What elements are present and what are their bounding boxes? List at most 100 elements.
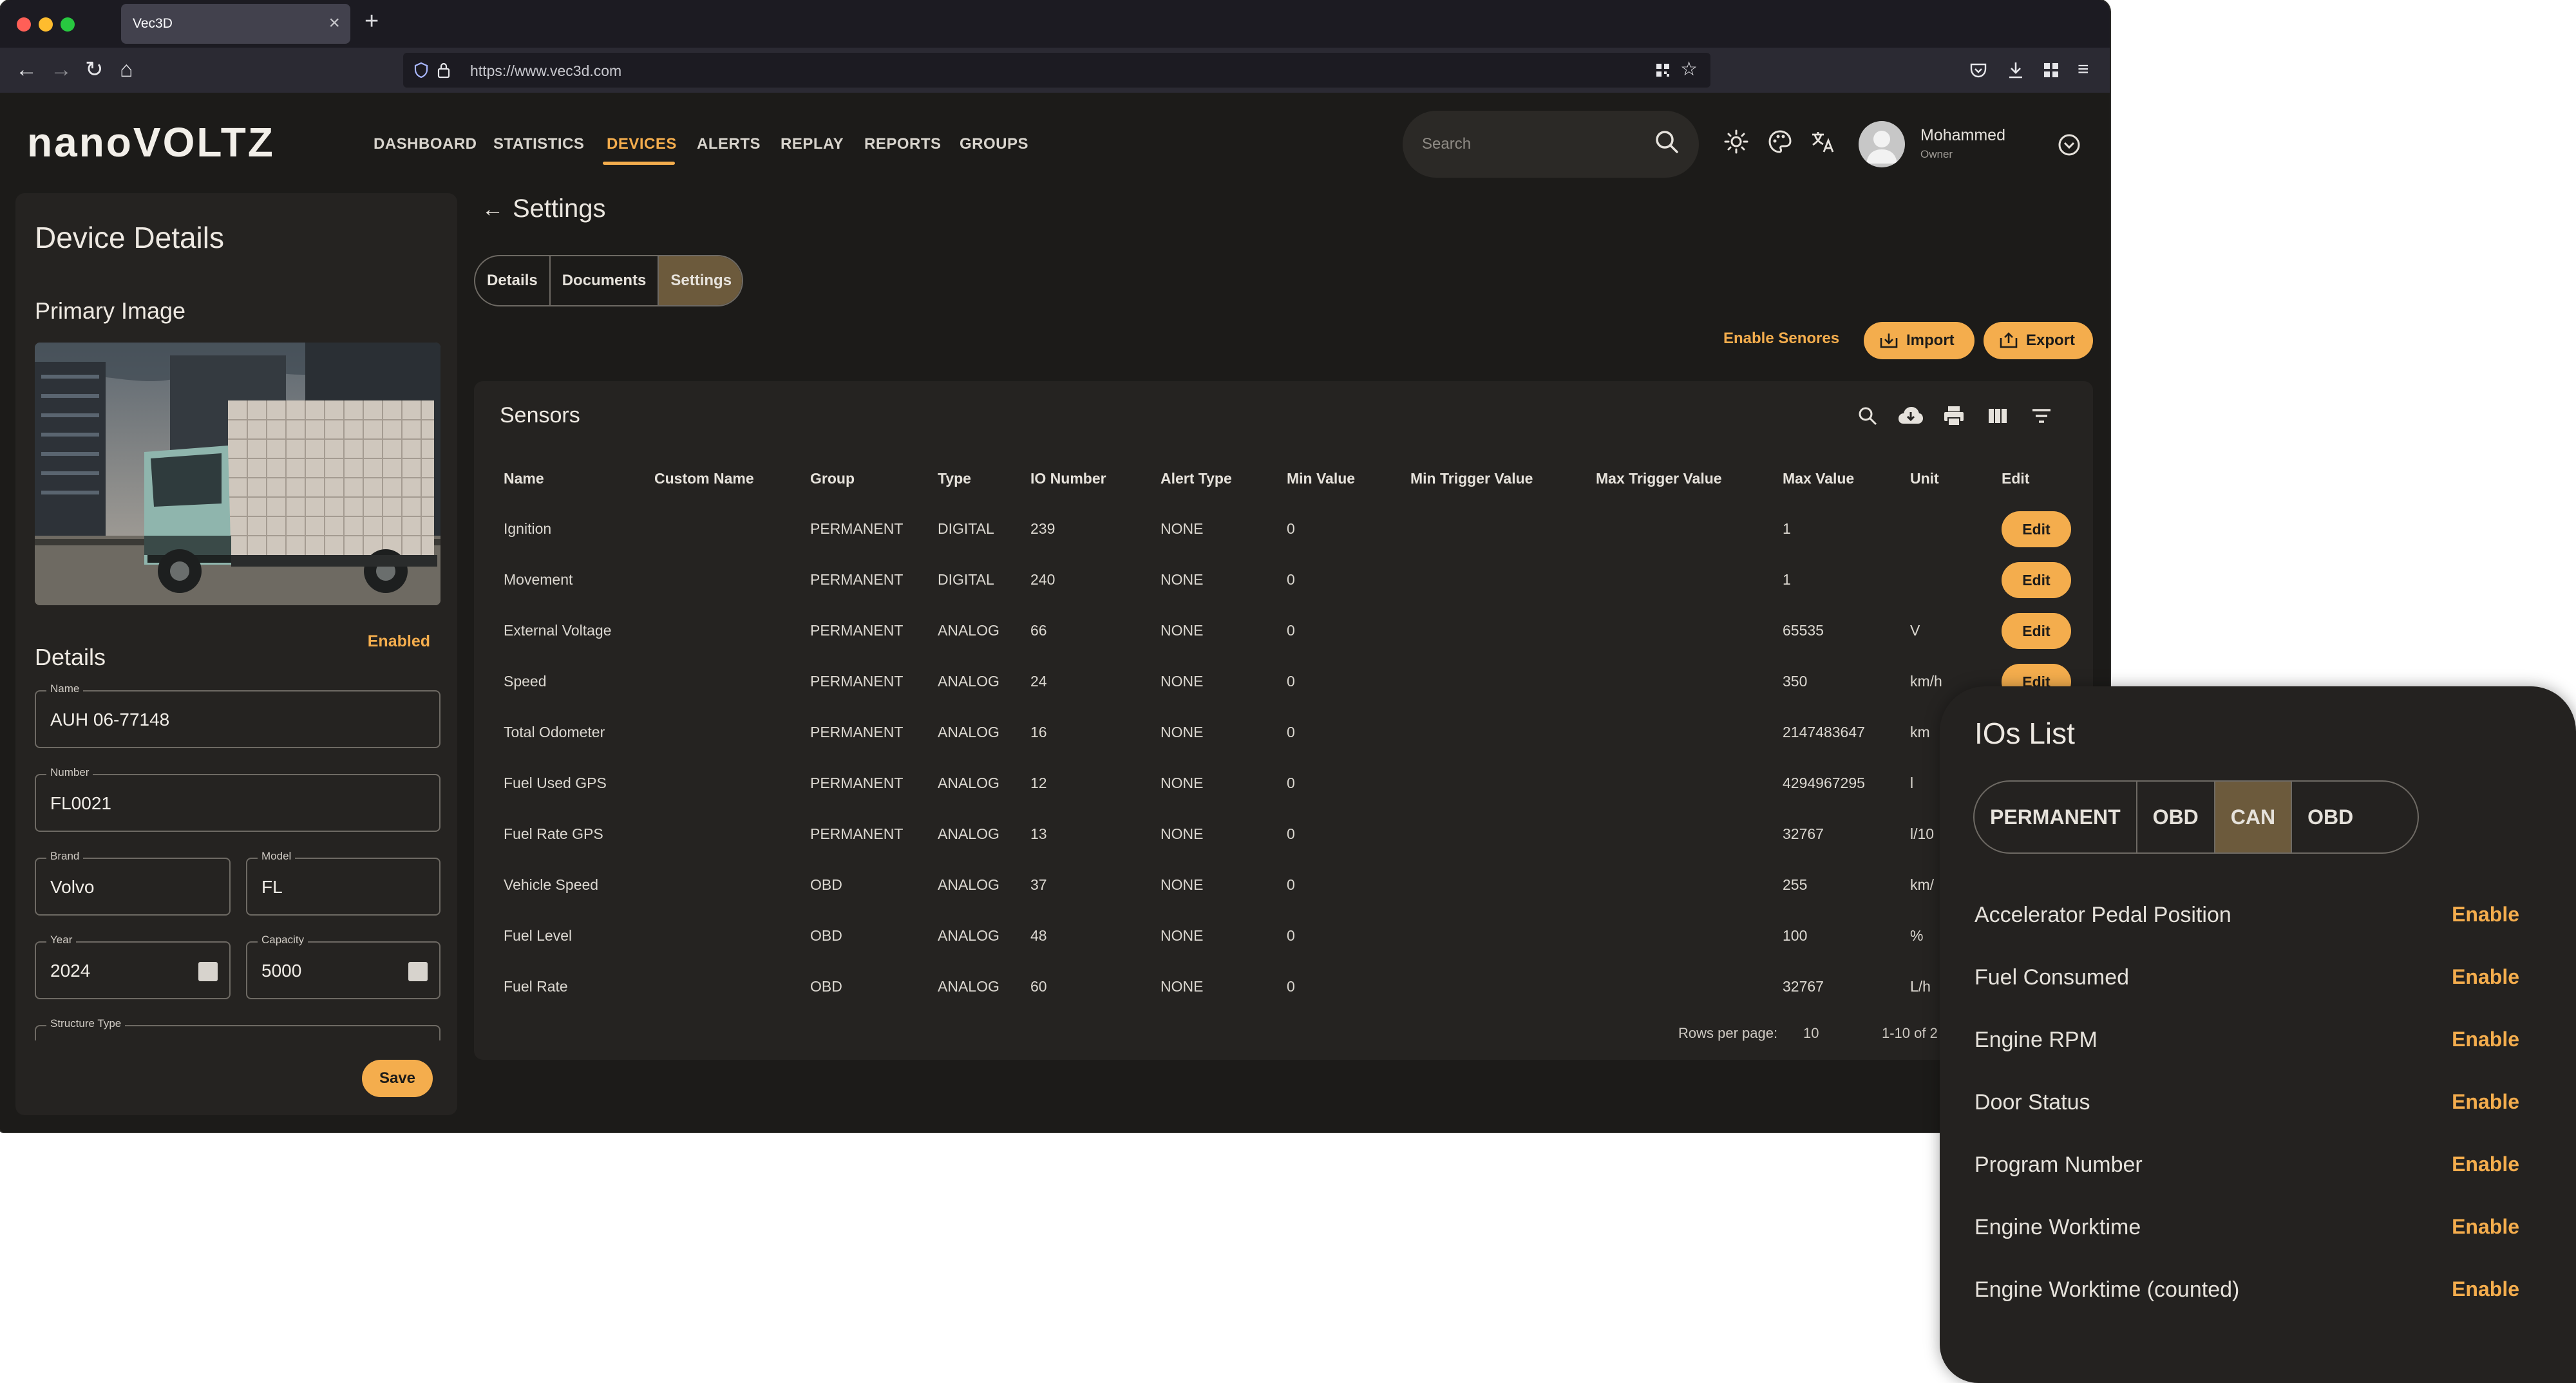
reload-icon[interactable]: ↻ <box>85 57 104 82</box>
brand-field[interactable]: Brand Volvo <box>35 850 231 916</box>
chevron-down-icon[interactable] <box>2057 133 2081 157</box>
year-field[interactable]: Year 2024 <box>35 934 231 999</box>
nav-devices[interactable]: DEVICES <box>607 135 677 153</box>
filter-obd[interactable]: OBD <box>2137 782 2215 852</box>
truck-image[interactable] <box>35 343 440 605</box>
cell-alert-type: NONE <box>1160 724 1204 740</box>
address-bar[interactable]: https://www.vec3d.com ☆ <box>403 53 1710 88</box>
print-icon[interactable] <box>1942 404 1965 428</box>
filter-permanent[interactable]: PERMANENT <box>1975 782 2137 852</box>
export-button[interactable]: Export <box>1984 322 2093 359</box>
nav-statistics[interactable]: STATISTICS <box>493 135 584 153</box>
cell-name: External Voltage <box>504 622 612 639</box>
enable-io-button[interactable]: Enable <box>2452 1215 2519 1239</box>
rows-per-page-select[interactable]: 10 <box>1803 1025 1819 1042</box>
column-header[interactable]: Name <box>504 470 544 487</box>
filter-obd-oem[interactable]: OBD OEM <box>2292 782 2418 852</box>
enable-io-button[interactable]: Enable <box>2452 965 2519 989</box>
star-icon[interactable]: ☆ <box>1680 58 1698 80</box>
close-window-button[interactable] <box>17 17 31 32</box>
extensions-icon[interactable] <box>2043 62 2060 79</box>
import-button[interactable]: Import <box>1864 322 1975 359</box>
back-icon[interactable]: ← <box>15 57 37 82</box>
search-icon[interactable] <box>1856 404 1879 428</box>
app-logo[interactable]: nanoVOLTZ <box>27 118 275 166</box>
column-header[interactable]: Min Value <box>1287 470 1355 487</box>
forward-icon[interactable]: → <box>50 57 72 82</box>
save-button[interactable]: Save <box>362 1060 433 1097</box>
structure-type-field[interactable]: Structure Type <box>35 1017 440 1040</box>
settings-tabs: Details Documents Settings <box>474 255 743 306</box>
number-field[interactable]: Number FL0021 <box>35 766 440 832</box>
column-header[interactable]: Alert Type <box>1160 470 1232 487</box>
nav-dashboard[interactable]: DASHBOARD <box>374 135 477 153</box>
edit-button[interactable]: Edit <box>2002 511 2071 547</box>
arrow-left-icon[interactable]: ← <box>482 197 504 222</box>
zoom-window-button[interactable] <box>61 17 75 32</box>
filter-icon[interactable] <box>2030 404 2053 428</box>
columns-icon[interactable] <box>1986 404 2009 428</box>
model-field[interactable]: Model FL <box>246 850 440 916</box>
cell-type: ANALOG <box>938 825 999 842</box>
column-header[interactable]: Group <box>810 470 855 487</box>
page-title: Settings <box>513 194 606 223</box>
enable-io-button[interactable]: Enable <box>2452 1028 2519 1051</box>
capacity-stepper[interactable] <box>408 962 428 981</box>
search-icon[interactable] <box>1653 127 1682 157</box>
nav-replay[interactable]: REPLAY <box>781 135 844 153</box>
enable-io-button[interactable]: Enable <box>2452 1090 2519 1114</box>
rows-per-page-label: Rows per page: <box>1678 1025 1778 1041</box>
palette-icon[interactable] <box>1767 129 1793 155</box>
nav-groups[interactable]: GROUPS <box>960 135 1028 153</box>
list-item: Engine Worktime (counted) Enable <box>1940 1261 2576 1323</box>
name-field[interactable]: Name AUH 06-77148 <box>35 682 440 748</box>
capacity-field[interactable]: Capacity 5000 <box>246 934 440 999</box>
enable-io-button[interactable]: Enable <box>2452 1277 2519 1301</box>
home-icon[interactable]: ⌂ <box>120 57 133 82</box>
translate-icon[interactable] <box>1810 129 1835 155</box>
browser-tab[interactable]: Vec3D × <box>121 4 350 44</box>
cell-io-number: 37 <box>1030 876 1047 893</box>
year-stepper[interactable] <box>198 962 218 981</box>
column-header[interactable]: Custom Name <box>654 470 754 487</box>
url-text: https://www.vec3d.com <box>470 62 622 79</box>
ios-filter-tabs: PERMANENT OBD CAN OBD OEM <box>1973 780 2419 854</box>
column-header[interactable]: IO Number <box>1030 470 1106 487</box>
download-icon[interactable] <box>2007 61 2025 80</box>
nav-reports[interactable]: REPORTS <box>864 135 942 153</box>
brand-field-value: Volvo <box>50 877 95 897</box>
tab-documents[interactable]: Documents <box>551 256 659 305</box>
tab-settings[interactable]: Settings <box>659 256 742 305</box>
cell-max-value: 100 <box>1783 927 1808 944</box>
cell-min-value: 0 <box>1287 622 1295 639</box>
column-header[interactable]: Max Trigger Value <box>1596 470 1722 487</box>
new-tab-icon[interactable]: + <box>365 8 379 35</box>
search-input[interactable]: Search <box>1403 111 1699 178</box>
edit-button[interactable]: Edit <box>2002 562 2071 598</box>
details-heading: Details <box>35 644 106 670</box>
cell-io-number: 60 <box>1030 978 1047 995</box>
enable-io-button[interactable]: Enable <box>2452 903 2519 927</box>
tab-details[interactable]: Details <box>475 256 551 305</box>
edit-button[interactable]: Edit <box>2002 613 2071 649</box>
tab-close-icon[interactable]: × <box>328 12 340 34</box>
column-header[interactable]: Edit <box>2002 470 2029 487</box>
column-header[interactable]: Max Value <box>1783 470 1854 487</box>
table-row: Total Odometer PERMANENT ANALOG 16 NONE 0 2147… <box>474 707 2093 758</box>
cell-max-value: 65535 <box>1783 622 1824 639</box>
column-header[interactable]: Unit <box>1910 470 1939 487</box>
pocket-icon[interactable] <box>1969 62 1987 79</box>
filter-can[interactable]: CAN <box>2215 782 2293 852</box>
enable-sensors-link[interactable]: Enable Senores <box>1723 330 1839 348</box>
column-header[interactable]: Min Trigger Value <box>1410 470 1533 487</box>
column-header[interactable]: Type <box>938 470 971 487</box>
nav-alerts[interactable]: ALERTS <box>697 135 761 153</box>
avatar[interactable] <box>1859 121 1905 167</box>
cloud-download-icon[interactable] <box>1897 404 1924 428</box>
enable-io-button[interactable]: Enable <box>2452 1152 2519 1176</box>
minimize-window-button[interactable] <box>39 17 53 32</box>
menu-icon[interactable]: ≡ <box>2078 57 2089 82</box>
sun-icon[interactable] <box>1723 129 1749 155</box>
qr-icon[interactable] <box>1655 62 1671 78</box>
export-label: Export <box>2026 332 2076 349</box>
